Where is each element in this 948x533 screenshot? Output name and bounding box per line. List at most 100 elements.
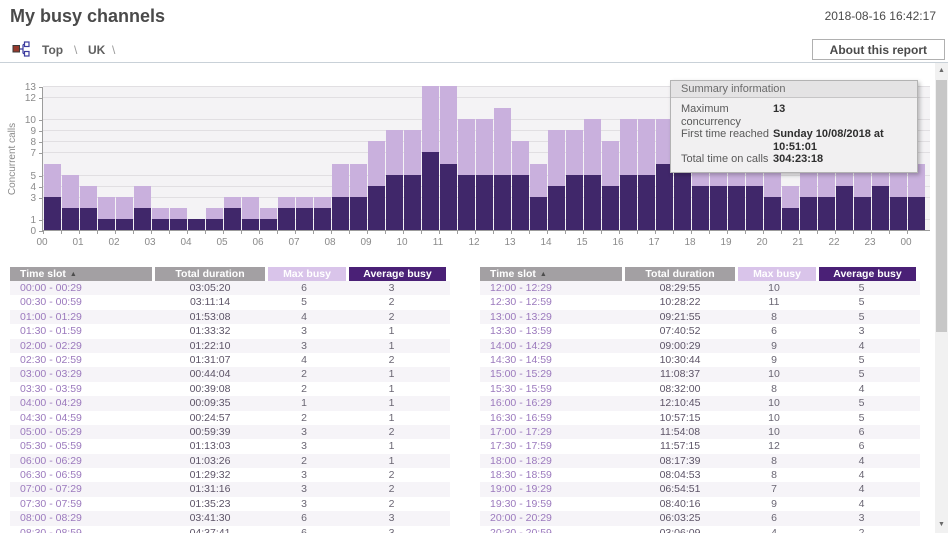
report-page: { "header": { "title": "My busy channels… — [0, 0, 948, 533]
total-duration-value: 08:40:16 — [659, 497, 701, 510]
column-header-average-busy[interactable]: Average busy — [819, 267, 916, 281]
max-busy-value: 6 — [771, 512, 777, 525]
max-busy-value: 3 — [301, 325, 307, 338]
time-slot-link[interactable]: 17:30 - 17:59 — [480, 439, 625, 453]
average-busy-value: 1 — [388, 325, 395, 338]
time-slot-link[interactable]: 00:30 - 00:59 — [10, 295, 155, 309]
x-axis-tick — [439, 231, 440, 234]
time-slot-link[interactable]: 00:00 - 00:29 — [10, 281, 155, 295]
column-header-total-duration[interactable]: Total duration — [625, 267, 735, 281]
time-slot-link[interactable]: 17:00 - 17:29 — [480, 425, 625, 439]
x-axis-tick — [241, 231, 242, 234]
time-slot-link[interactable]: 15:00 - 15:29 — [480, 367, 625, 381]
summary-value-max-concurrency: 13 — [773, 103, 786, 115]
table-row: 04:00 - 04:29 00:09:35 1 1 — [10, 396, 450, 411]
max-busy-value: 3 — [301, 497, 307, 510]
time-slot-link[interactable]: 18:00 - 18:29 — [480, 454, 625, 468]
time-slot-link[interactable]: 07:30 - 07:59 — [10, 497, 155, 511]
total-duration-value: 11:08:37 — [659, 368, 701, 381]
total-duration-value: 10:30:44 — [659, 353, 701, 366]
x-axis-tick — [133, 231, 134, 234]
bar-average-busy — [602, 185, 619, 230]
time-slot-link[interactable]: 08:00 - 08:29 — [10, 511, 155, 525]
x-axis-hour-label: 22 — [828, 237, 840, 248]
time-slot-link[interactable]: 15:30 - 15:59 — [480, 382, 625, 396]
about-this-report-button[interactable]: About this report — [811, 39, 945, 60]
x-axis-tick — [835, 231, 836, 234]
breadcrumb-item-uk[interactable]: UK — [88, 43, 105, 57]
x-axis-tick — [763, 231, 764, 234]
time-slot-link[interactable]: 08:30 - 08:59 — [10, 526, 155, 533]
time-slot-link[interactable]: 19:30 - 19:59 — [480, 497, 625, 511]
bar-average-busy — [296, 207, 313, 230]
time-slot-link[interactable]: 20:30 - 20:59 — [480, 526, 625, 533]
time-slot-link[interactable]: 06:30 - 06:59 — [10, 468, 155, 482]
time-slot-link[interactable]: 01:30 - 01:59 — [10, 324, 155, 338]
time-slot-link[interactable]: 13:30 - 13:59 — [480, 324, 625, 338]
time-slot-link[interactable]: 13:00 - 13:29 — [480, 310, 625, 324]
time-slot-link[interactable]: 16:00 - 16:29 — [480, 396, 625, 410]
average-busy-value: 2 — [388, 483, 395, 496]
table-row: 01:00 - 01:29 01:53:08 4 2 — [10, 309, 450, 325]
time-slot-link[interactable]: 03:00 - 03:29 — [10, 367, 155, 381]
column-header-max-busy[interactable]: Max busy — [738, 267, 816, 281]
time-slot-link[interactable]: 19:00 - 19:29 — [480, 482, 625, 496]
bar-average-busy — [458, 174, 475, 230]
table-row: 15:30 - 15:59 08:32:00 8 4 — [480, 382, 920, 396]
table-row: 07:00 - 07:29 01:31:16 3 2 — [10, 482, 450, 497]
scroll-down-arrow[interactable]: ▼ — [935, 517, 948, 533]
time-slot-link[interactable]: 20:00 - 20:29 — [480, 511, 625, 525]
x-axis-hour-label: 18 — [684, 237, 696, 248]
bar-average-busy — [530, 196, 547, 230]
time-slot-link[interactable]: 04:00 - 04:29 — [10, 396, 155, 410]
time-slot-link[interactable]: 07:00 - 07:29 — [10, 482, 155, 496]
time-slot-link[interactable]: 06:00 - 06:29 — [10, 454, 155, 468]
time-slot-link[interactable]: 14:00 - 14:29 — [480, 339, 625, 353]
bar-average-busy — [350, 196, 367, 230]
y-axis-tick-label: 8 — [30, 137, 36, 149]
time-slot-link[interactable]: 02:00 - 02:29 — [10, 339, 155, 353]
max-busy-value: 10 — [768, 397, 780, 410]
y-axis-tick — [39, 98, 43, 100]
x-axis-hour-label: 08 — [324, 237, 336, 248]
column-header-max-busy[interactable]: Max busy — [268, 267, 346, 281]
y-axis-tick — [39, 142, 43, 144]
total-duration-value: 11:57:15 — [659, 440, 701, 453]
time-slot-link[interactable]: 01:00 - 01:29 — [10, 310, 155, 324]
average-busy-value: 5 — [858, 310, 865, 323]
scrollbar-thumb[interactable] — [936, 80, 947, 332]
breadcrumb-item-top[interactable]: Top — [42, 43, 63, 57]
time-slot-link[interactable]: 02:30 - 02:59 — [10, 353, 155, 367]
x-axis-tick — [583, 231, 584, 234]
time-slot-link[interactable]: 18:30 - 18:59 — [480, 468, 625, 482]
total-duration-value: 01:29:32 — [189, 469, 231, 482]
table-row: 14:00 - 14:29 09:00:29 9 4 — [480, 338, 920, 353]
vertical-scrollbar[interactable]: ▲ ▼ — [935, 63, 948, 533]
total-duration-value: 08:04:53 — [659, 469, 701, 482]
time-slot-link[interactable]: 04:30 - 04:59 — [10, 411, 155, 425]
x-axis-tick — [619, 231, 620, 234]
average-busy-value: 4 — [858, 339, 865, 352]
table-row: 18:00 - 18:29 08:17:39 8 4 — [480, 453, 920, 469]
column-header-average-busy[interactable]: Average busy — [349, 267, 446, 281]
table-row: 00:30 - 00:59 03:11:14 5 2 — [10, 295, 450, 309]
x-axis-tick — [601, 231, 602, 234]
bar-average-busy — [782, 207, 799, 230]
column-header-time-slot[interactable]: Time slot ▲ — [10, 267, 152, 281]
column-header-total-duration[interactable]: Total duration — [155, 267, 265, 281]
time-slot-link[interactable]: 05:30 - 05:59 — [10, 439, 155, 453]
scroll-up-arrow[interactable]: ▲ — [935, 63, 948, 79]
x-axis-tick — [529, 231, 530, 234]
time-slot-link[interactable]: 03:30 - 03:59 — [10, 382, 155, 396]
time-slot-link[interactable]: 16:30 - 16:59 — [480, 411, 625, 425]
column-header-time-slot[interactable]: Time slot ▲ — [480, 267, 622, 281]
time-slot-link[interactable]: 12:00 - 12:29 — [480, 281, 625, 295]
x-axis-tick — [655, 231, 656, 234]
bar-average-busy — [872, 185, 889, 230]
x-axis-tick — [349, 231, 350, 234]
time-slot-link[interactable]: 12:30 - 12:59 — [480, 295, 625, 309]
bar-average-busy — [404, 174, 421, 230]
time-slot-link[interactable]: 05:00 - 05:29 — [10, 425, 155, 439]
time-slot-link[interactable]: 14:30 - 14:59 — [480, 353, 625, 367]
average-busy-value: 3 — [388, 282, 395, 294]
